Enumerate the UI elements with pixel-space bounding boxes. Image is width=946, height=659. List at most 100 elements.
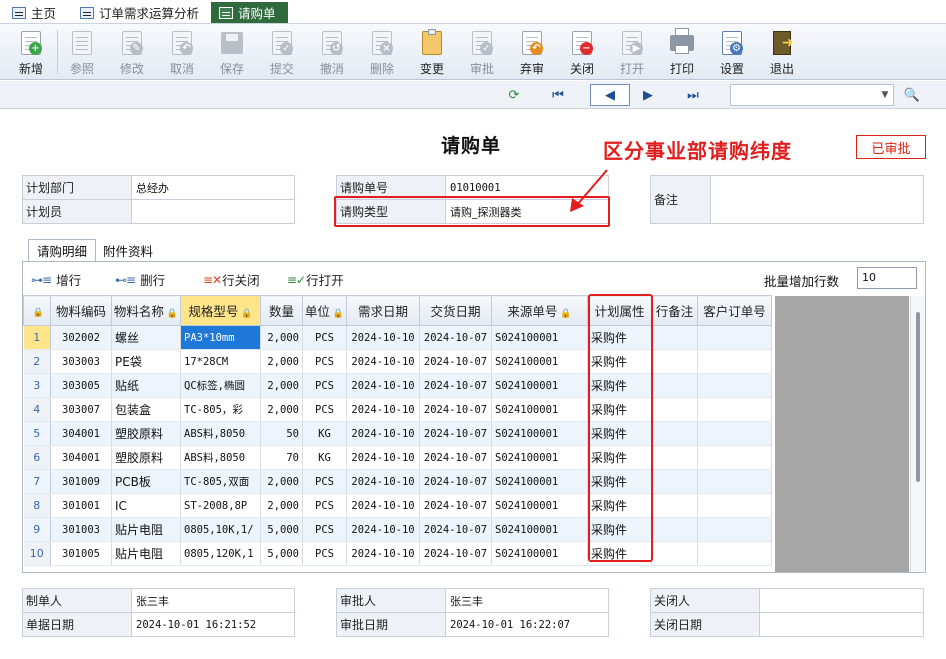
grid-cell[interactable]: PCB板: [111, 469, 181, 494]
grid-cell[interactable]: 2,000: [260, 349, 303, 374]
row-number[interactable]: 10: [23, 541, 51, 566]
grid-cell[interactable]: S024100001: [491, 493, 588, 518]
column-header[interactable]: 单位 🔒: [302, 295, 347, 326]
grid-cell[interactable]: 304001: [50, 445, 112, 470]
column-header[interactable]: 数量: [260, 295, 303, 326]
grid-cell[interactable]: [651, 349, 698, 374]
edit-button[interactable]: ✎ 修改: [107, 27, 157, 77]
grid-cell[interactable]: 2024-10-07: [419, 397, 492, 422]
grid-cell[interactable]: 301009: [50, 469, 112, 494]
grid-cell[interactable]: 304001: [50, 421, 112, 446]
grid-cell[interactable]: [697, 445, 772, 470]
last-record-button[interactable]: ⏭: [683, 84, 703, 106]
first-record-button[interactable]: ⏮: [548, 84, 568, 106]
grid-cell[interactable]: 5,000: [260, 541, 303, 566]
delete-button[interactable]: × 删除: [357, 27, 407, 77]
grid-cell[interactable]: [651, 421, 698, 446]
table-row[interactable]: 2 303003 PE袋 17*28CM 2,000 PCS 2024-10-10 2024-…: [23, 349, 772, 374]
grid-cell[interactable]: PA3*10mm: [180, 325, 261, 350]
grid-cell[interactable]: 17*28CM: [180, 349, 261, 374]
closer-field[interactable]: [759, 588, 924, 613]
search-button[interactable]: 🔍: [902, 84, 922, 106]
doc-date-field[interactable]: 2024-10-01 16:21:52: [131, 612, 295, 637]
grid-cell[interactable]: S024100001: [491, 325, 588, 350]
grid-cell[interactable]: 2024-10-10: [346, 325, 420, 350]
row-number[interactable]: 4: [23, 397, 51, 422]
grid-cell[interactable]: 2024-10-07: [419, 517, 492, 542]
row-number[interactable]: 6: [23, 445, 51, 470]
tab-purchase-request[interactable]: 请购单: [211, 2, 288, 23]
grid-cell[interactable]: 0805,120K,1: [180, 541, 261, 566]
withdraw-button[interactable]: ↺ 撤消: [307, 27, 357, 77]
close-doc-button[interactable]: − 关闭: [557, 27, 607, 77]
grid-cell[interactable]: [651, 445, 698, 470]
grid-cell[interactable]: TC-805，彩: [180, 397, 261, 422]
grid-cell[interactable]: 2024-10-07: [419, 349, 492, 374]
grid-cell[interactable]: [697, 349, 772, 374]
grid-cell[interactable]: 5,000: [260, 517, 303, 542]
grid-cell[interactable]: S024100001: [491, 469, 588, 494]
settings-button[interactable]: ⚙ 设置: [707, 27, 757, 77]
abandon-approve-button[interactable]: ↶ 弃审: [507, 27, 557, 77]
grid-cell[interactable]: 螺丝: [111, 325, 181, 350]
grid-cell[interactable]: 2024-10-10: [346, 421, 420, 446]
tab-detail[interactable]: 请购明细: [28, 239, 97, 261]
table-row[interactable]: 9 301003 贴片电阻 0805,10K,1/5,000 PCS 2024-10-10…: [23, 517, 772, 542]
grid-cell[interactable]: S024100001: [491, 349, 588, 374]
table-row[interactable]: 8 301001 IC ST-2008,8P 2,000 PCS 2024-10-10 202…: [23, 493, 772, 518]
column-header[interactable]: 行备注: [651, 295, 698, 326]
tab-attachments[interactable]: 附件资料: [95, 239, 161, 261]
table-row[interactable]: 1 302002 螺丝 PA3*10mm 2,000 PCS 2024-10-10 2024-…: [23, 325, 772, 350]
tab-home[interactable]: 主页: [4, 2, 64, 23]
table-row[interactable]: 5 304001 塑胶原料 ABS料,8050 50 KG 2024-10-10 2024-1…: [23, 421, 772, 446]
grid-cell[interactable]: KG: [302, 445, 347, 470]
open-row-button[interactable]: ≡✓ 行打开: [287, 270, 344, 289]
grid-cell[interactable]: PCS: [302, 325, 347, 350]
grid-cell[interactable]: [651, 469, 698, 494]
grid-cell[interactable]: 2,000: [260, 373, 303, 398]
exit-button[interactable]: ➜ 退出: [757, 27, 807, 77]
row-number[interactable]: 3: [23, 373, 51, 398]
grid-cell[interactable]: 2024-10-07: [419, 469, 492, 494]
table-row[interactable]: 10 301005 贴片电阻 0805,120K,1 5,000 PCS 2024-10-1…: [23, 541, 772, 566]
grid-cell[interactable]: 2,000: [260, 325, 303, 350]
grid-cell[interactable]: 2024-10-07: [419, 373, 492, 398]
grid-cell[interactable]: 2024-10-07: [419, 445, 492, 470]
grid-cell[interactable]: 2024-10-07: [419, 421, 492, 446]
grid-cell[interactable]: 2024-10-10: [346, 517, 420, 542]
grid-cell[interactable]: PCS: [302, 397, 347, 422]
grid-cell[interactable]: 303005: [50, 373, 112, 398]
grid-cell[interactable]: 50: [260, 421, 303, 446]
row-number[interactable]: 8: [23, 493, 51, 518]
scrollbar-thumb[interactable]: [916, 312, 920, 482]
grid-cell[interactable]: 包装盒: [111, 397, 181, 422]
grid-cell[interactable]: 303007: [50, 397, 112, 422]
row-number[interactable]: 5: [23, 421, 51, 446]
grid-cell[interactable]: 2,000: [260, 469, 303, 494]
plan-dept-field[interactable]: 总经办: [131, 175, 295, 200]
grid-cell[interactable]: [651, 541, 698, 566]
grid-vertical-scrollbar[interactable]: [910, 296, 925, 572]
row-selector-header[interactable]: 🔒: [23, 295, 51, 326]
grid-cell[interactable]: ABS料,8050: [180, 445, 261, 470]
grid-cell[interactable]: 塑胶原料: [111, 445, 181, 470]
grid-cell[interactable]: ST-2008,8P: [180, 493, 261, 518]
grid-cell[interactable]: [651, 493, 698, 518]
record-search-combo[interactable]: ▼: [730, 84, 894, 106]
batch-add-input[interactable]: 10: [857, 267, 917, 289]
grid-cell[interactable]: 302002: [50, 325, 112, 350]
grid-cell[interactable]: PE袋: [111, 349, 181, 374]
grid-cell[interactable]: 贴片电阻: [111, 517, 181, 542]
approve-button[interactable]: ✓ 审批: [457, 27, 507, 77]
column-header[interactable]: 物料名称 🔒: [111, 295, 181, 326]
print-button[interactable]: 打印: [657, 27, 707, 77]
column-header[interactable]: 客户订单号: [697, 295, 772, 326]
creator-field[interactable]: 张三丰: [131, 588, 295, 613]
grid-cell[interactable]: [697, 397, 772, 422]
grid-cell[interactable]: [697, 325, 772, 350]
grid-cell[interactable]: [651, 517, 698, 542]
refresh-button[interactable]: ⟳: [505, 84, 523, 106]
grid-cell[interactable]: PCS: [302, 493, 347, 518]
close-date-field[interactable]: [759, 612, 924, 637]
grid-cell[interactable]: S024100001: [491, 445, 588, 470]
